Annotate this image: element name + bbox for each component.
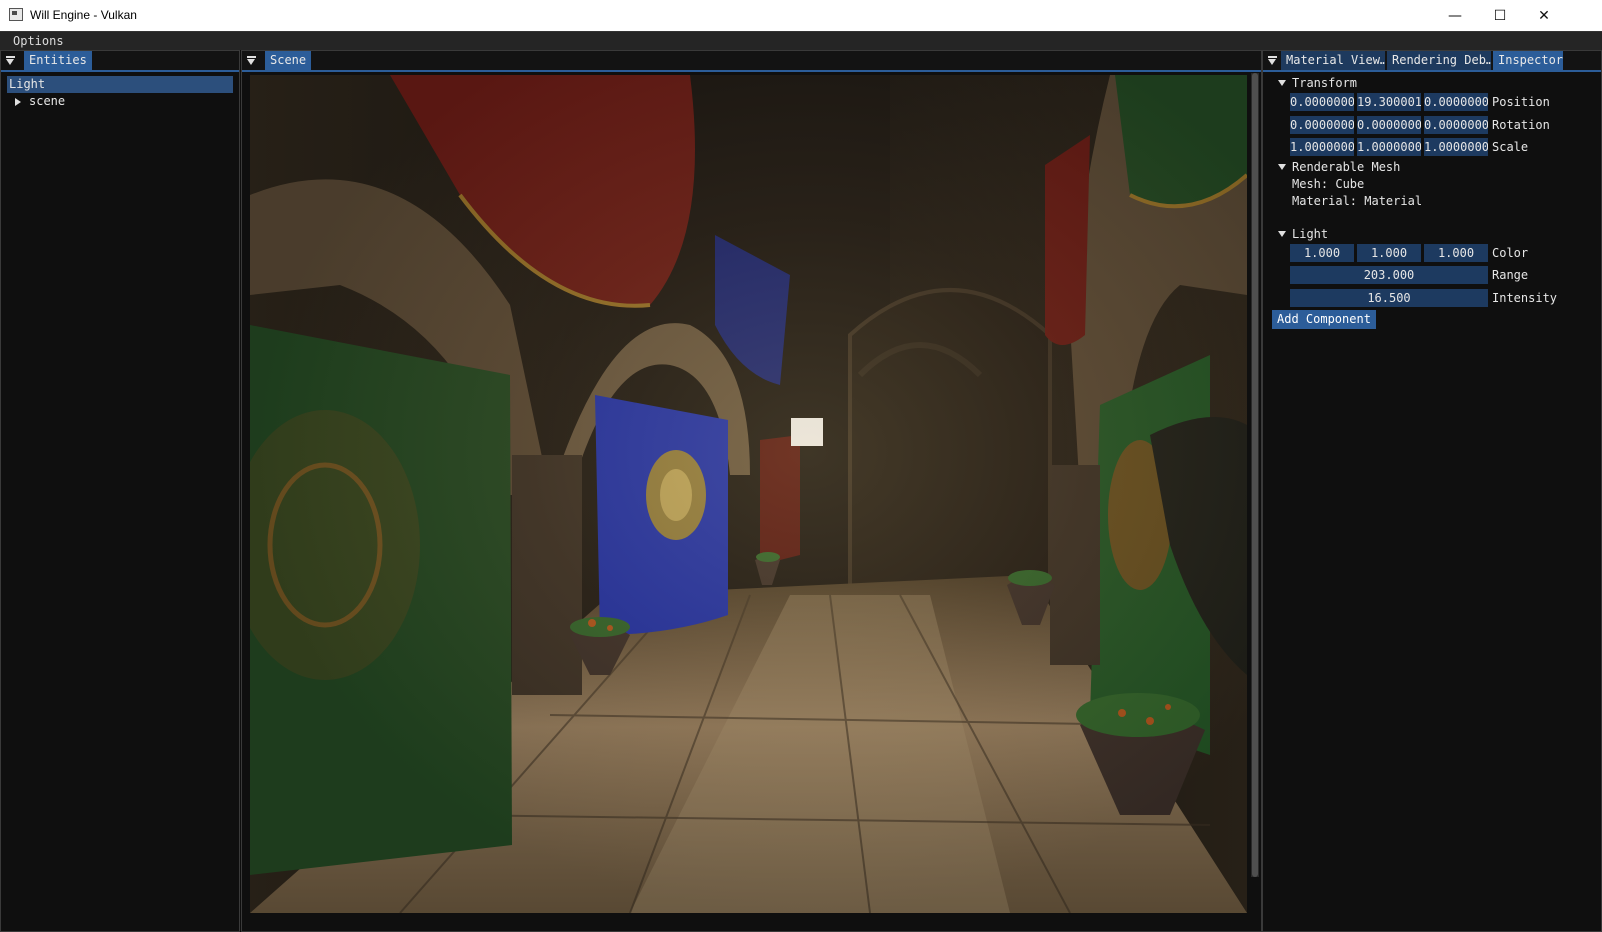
- section-label: Light: [1292, 227, 1329, 241]
- color-b-field[interactable]: 1.000: [1424, 244, 1488, 262]
- position-label: Position: [1492, 95, 1550, 109]
- expand-arrow-icon[interactable]: [15, 97, 21, 106]
- scale-z-field[interactable]: 1.0000000: [1424, 138, 1488, 156]
- scale-x-field[interactable]: 1.0000000: [1290, 138, 1354, 156]
- tab-material-viewer[interactable]: Material View…: [1281, 51, 1385, 70]
- intensity-field[interactable]: 16.500: [1290, 289, 1488, 307]
- scale-label: Scale: [1492, 140, 1529, 154]
- collapse-arrow-icon[interactable]: [1278, 80, 1286, 86]
- inspector-panel-header: Material View… Rendering Deb… Inspector: [1263, 51, 1601, 72]
- window-title: Will Engine - Vulkan: [30, 8, 137, 22]
- color-label: Color: [1492, 246, 1529, 260]
- scene-render-image: [250, 75, 1247, 913]
- close-button[interactable]: ✕: [1521, 0, 1567, 31]
- transform-header[interactable]: Transform: [1278, 75, 1357, 91]
- section-label: Transform: [1292, 76, 1358, 90]
- scene-viewport[interactable]: [250, 75, 1247, 913]
- scene-panel-header: Scene: [242, 51, 1261, 72]
- rotation-x-field[interactable]: 0.0000000: [1290, 116, 1354, 134]
- range-label: Range: [1492, 268, 1529, 282]
- intensity-label: Intensity: [1492, 291, 1558, 305]
- color-g-field[interactable]: 1.000: [1357, 244, 1421, 262]
- minimize-button[interactable]: —: [1432, 0, 1478, 31]
- rotation-z-field[interactable]: 0.0000000: [1424, 116, 1488, 134]
- collapse-arrow-icon[interactable]: [1278, 231, 1286, 237]
- panel-menu-icon[interactable]: [1268, 56, 1277, 66]
- light-header[interactable]: Light: [1278, 226, 1328, 242]
- position-z-field[interactable]: 0.0000000: [1424, 93, 1488, 111]
- menu-options[interactable]: Options: [13, 34, 64, 48]
- app-icon: [9, 8, 23, 21]
- tree-item-scene[interactable]: scene: [7, 93, 65, 110]
- scene-scrollbar[interactable]: [1251, 73, 1259, 877]
- range-field[interactable]: 203.000: [1290, 266, 1488, 284]
- panel-menu-icon[interactable]: [6, 56, 15, 66]
- mesh-info: Mesh: Cube: [1292, 177, 1365, 191]
- scale-y-field[interactable]: 1.0000000: [1357, 138, 1421, 156]
- collapse-arrow-icon[interactable]: [1278, 164, 1286, 170]
- scene-scrollbar-thumb[interactable]: [1252, 73, 1258, 877]
- panel-menu-icon[interactable]: [247, 56, 256, 66]
- tab-rendering-debug[interactable]: Rendering Deb…: [1387, 51, 1491, 70]
- renderable-mesh-header[interactable]: Renderable Mesh: [1278, 159, 1400, 175]
- rotation-y-field[interactable]: 0.0000000: [1357, 116, 1421, 134]
- tree-item-label: scene: [29, 94, 66, 108]
- entities-panel: Entities Light scene: [0, 50, 240, 932]
- add-component-button[interactable]: Add Component: [1272, 310, 1376, 329]
- tree-item-light[interactable]: Light: [7, 76, 233, 93]
- tab-inspector[interactable]: Inspector: [1493, 51, 1563, 70]
- tab-entities[interactable]: Entities: [24, 51, 92, 70]
- maximize-button[interactable]: ☐: [1477, 0, 1523, 31]
- tree-item-label: Light: [9, 77, 46, 91]
- scene-panel: Scene: [241, 50, 1262, 932]
- menu-bar: Options: [0, 31, 1602, 50]
- color-r-field[interactable]: 1.000: [1290, 244, 1354, 262]
- material-info: Material: Material: [1292, 194, 1423, 208]
- entities-panel-header: Entities: [1, 51, 239, 72]
- tab-scene[interactable]: Scene: [265, 51, 312, 70]
- section-label: Renderable Mesh: [1292, 160, 1401, 174]
- inspector-panel: Material View… Rendering Deb… Inspector …: [1262, 50, 1602, 932]
- position-x-field[interactable]: 0.0000000: [1290, 93, 1354, 111]
- window-titlebar: Will Engine - Vulkan — ☐ ✕: [0, 0, 1602, 31]
- rotation-label: Rotation: [1492, 118, 1550, 132]
- position-y-field[interactable]: 19.300001: [1357, 93, 1421, 111]
